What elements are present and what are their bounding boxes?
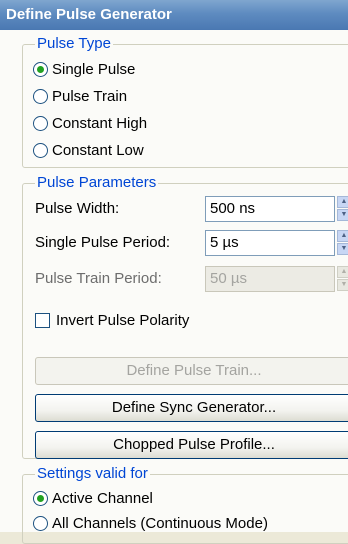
pulse-parameters-group: Pulse Parameters Pulse Width: 500 ns ▲ ▼… — [22, 174, 348, 459]
spin-down-icon: ▼ — [337, 279, 348, 291]
invert-polarity-checkbox-row[interactable]: Invert Pulse Polarity — [35, 310, 189, 332]
radio-label: Single Pulse — [52, 61, 136, 78]
spin-up-icon: ▲ — [337, 266, 348, 278]
checkbox-icon[interactable] — [35, 312, 50, 328]
spin-up-icon[interactable]: ▲ — [337, 196, 348, 208]
spin-up-icon[interactable]: ▲ — [337, 230, 348, 242]
radio-icon[interactable] — [33, 115, 48, 131]
radio-icon[interactable] — [33, 515, 48, 531]
spin-down-icon[interactable]: ▼ — [337, 243, 348, 255]
pulse-parameters-legend: Pulse Parameters — [35, 174, 159, 192]
pulse-train-period-spinner: ▲ ▼ — [337, 266, 348, 292]
radio-icon[interactable] — [33, 142, 48, 158]
radio-icon[interactable] — [33, 88, 48, 104]
define-pulse-train-button: Define Pulse Train... — [35, 357, 348, 385]
settings-valid-for-group: Settings valid for Active Channel All Ch… — [22, 465, 348, 544]
single-pulse-period-label: Single Pulse Period: — [35, 234, 171, 251]
radio-constant-high[interactable]: Constant High — [33, 113, 147, 135]
pulse-width-input[interactable]: 500 ns — [205, 196, 335, 222]
radio-pulse-train[interactable]: Pulse Train — [33, 86, 127, 108]
pulse-width-spinbox[interactable]: 500 ns ▲ ▼ — [205, 196, 348, 222]
pulse-type-legend: Pulse Type — [35, 35, 113, 53]
window-titlebar: Define Pulse Generator — [0, 0, 348, 30]
radio-label: Pulse Train — [52, 88, 128, 105]
radio-selected-icon[interactable] — [33, 490, 48, 506]
pulse-type-group: Pulse Type Single Pulse Pulse Train Cons… — [22, 35, 348, 168]
radio-single-pulse[interactable]: Single Pulse — [33, 59, 135, 81]
pulse-width-spinner[interactable]: ▲ ▼ — [337, 196, 348, 222]
dialog-panel: Pulse Type Single Pulse Pulse Train Cons… — [0, 30, 348, 544]
pulse-train-period-spinbox: 50 µs ▲ ▼ — [205, 266, 348, 292]
settings-valid-for-legend: Settings valid for — [35, 465, 150, 483]
radio-selected-icon[interactable] — [33, 61, 48, 77]
radio-label: All Channels (Continuous Mode) — [52, 515, 268, 532]
single-pulse-period-spinner[interactable]: ▲ ▼ — [337, 230, 348, 256]
radio-label: Constant High — [52, 115, 148, 132]
single-pulse-period-input[interactable]: 5 µs — [205, 230, 335, 256]
radio-label: Active Channel — [52, 490, 153, 507]
pulse-width-label: Pulse Width: — [35, 200, 120, 217]
pulse-train-period-input: 50 µs — [205, 266, 335, 292]
chopped-pulse-profile-button[interactable]: Chopped Pulse Profile... — [35, 431, 348, 459]
pulse-train-period-label: Pulse Train Period: — [35, 270, 162, 287]
radio-active-channel[interactable]: Active Channel — [33, 488, 153, 510]
define-sync-generator-button[interactable]: Define Sync Generator... — [35, 394, 348, 422]
invert-polarity-label: Invert Pulse Polarity — [56, 312, 190, 329]
window-title: Define Pulse Generator — [6, 6, 172, 23]
radio-constant-low[interactable]: Constant Low — [33, 140, 144, 162]
spin-down-icon[interactable]: ▼ — [337, 209, 348, 221]
radio-label: Constant Low — [52, 142, 144, 159]
single-pulse-period-spinbox[interactable]: 5 µs ▲ ▼ — [205, 230, 348, 256]
